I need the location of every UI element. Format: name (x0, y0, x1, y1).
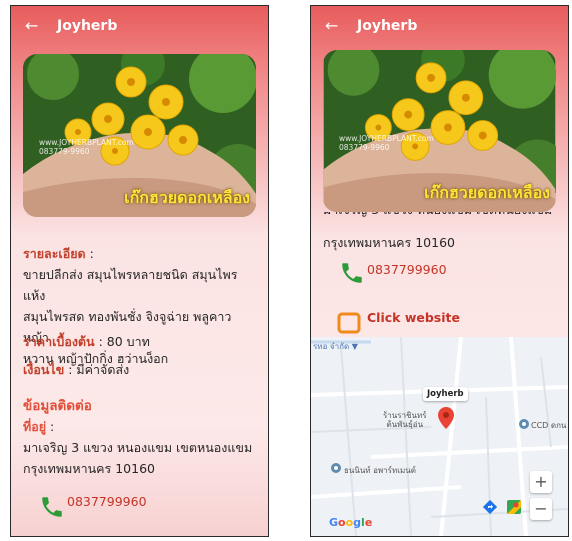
phone-number[interactable]: 0837799960 (367, 262, 447, 277)
google-logo: Google (329, 516, 373, 529)
product-caption: เก๊กฮวยดอกเหลือง (124, 188, 250, 207)
map-view[interactable]: รทอ จำกัด ▼ Joyherb ร้านราชินทร์ ต้นพันธ… (311, 337, 568, 536)
product-caption: เก๊กฮวยดอกเหลือง (424, 183, 550, 202)
product-image: www.JOYHERBPLANT.com 083779-9960 เก๊กฮวย… (23, 54, 256, 217)
watermark: www.JOYHERBPLANT.com 083779-9960 (339, 134, 434, 152)
contact-heading: ข้อมูลติดต่อ (23, 398, 92, 414)
zoom-out-button[interactable]: − (530, 498, 552, 520)
maps-app-icon[interactable] (507, 500, 521, 514)
poi-icon[interactable] (331, 463, 341, 473)
watermark: www.JOYHERBPLANT.com 083779-9960 (39, 138, 134, 156)
store-label: ร้านราชินทร์ ต้นพันธุ์อ่น (383, 411, 427, 429)
phone-number[interactable]: 0837799960 (67, 494, 147, 509)
price-row: ราคาเบื้องต้น : 80 บาท (23, 334, 150, 349)
screen-right: ← Joyherb www.JOYHERBPLANT.com 083779-99… (310, 5, 569, 537)
address-line-cut: มาเจริญ 3 แขวง หนองแขม เขตหนองแขม (323, 212, 559, 222)
details-line: ขายปลีกส่ง สมุนไพรหลายชนิด สมุนไพรแห้ง (23, 267, 238, 303)
website-icon[interactable] (337, 311, 361, 335)
product-image: www.JOYHERBPLANT.com 083779-9960 เก๊กฮวย… (323, 50, 556, 212)
poi-label-ccd: CCD ดกน (531, 421, 567, 430)
pin-label: Joyherb (423, 387, 468, 401)
map-pin-icon[interactable] (438, 407, 454, 429)
condition-row: เงื่อนไข : มีค่าจัดส่ง (23, 362, 130, 377)
app-bar: ← Joyherb (311, 6, 568, 46)
poi-icon[interactable] (519, 419, 529, 429)
app-title: Joyherb (357, 18, 418, 34)
address-line2: กรุงเทพมหานคร 10160 (323, 235, 455, 250)
app-bar: ← Joyherb (11, 6, 268, 46)
address-block: ที่อยู่ : มาเจริญ 3 แขวง หนองแขม เขตหนอง… (23, 419, 253, 476)
map-top-label: รทอ จำกัด ▼ (313, 342, 358, 351)
phone-icon[interactable] (339, 260, 365, 286)
screen-left: ← Joyherb www.JOYHERBPLANT.com 083779-99… (10, 5, 269, 537)
phone-icon[interactable] (39, 494, 65, 520)
details-label: รายละเอียด (23, 246, 86, 261)
back-arrow-icon[interactable]: ← (325, 18, 343, 34)
poi-label-thanin: ธนนินท์ อพาร์ทเมนต์ (344, 466, 416, 475)
directions-icon[interactable] (483, 500, 497, 514)
app-title: Joyherb (57, 18, 118, 34)
zoom-in-button[interactable]: + (530, 471, 552, 493)
back-arrow-icon[interactable]: ← (25, 18, 43, 34)
website-link[interactable]: Click website (367, 310, 460, 325)
